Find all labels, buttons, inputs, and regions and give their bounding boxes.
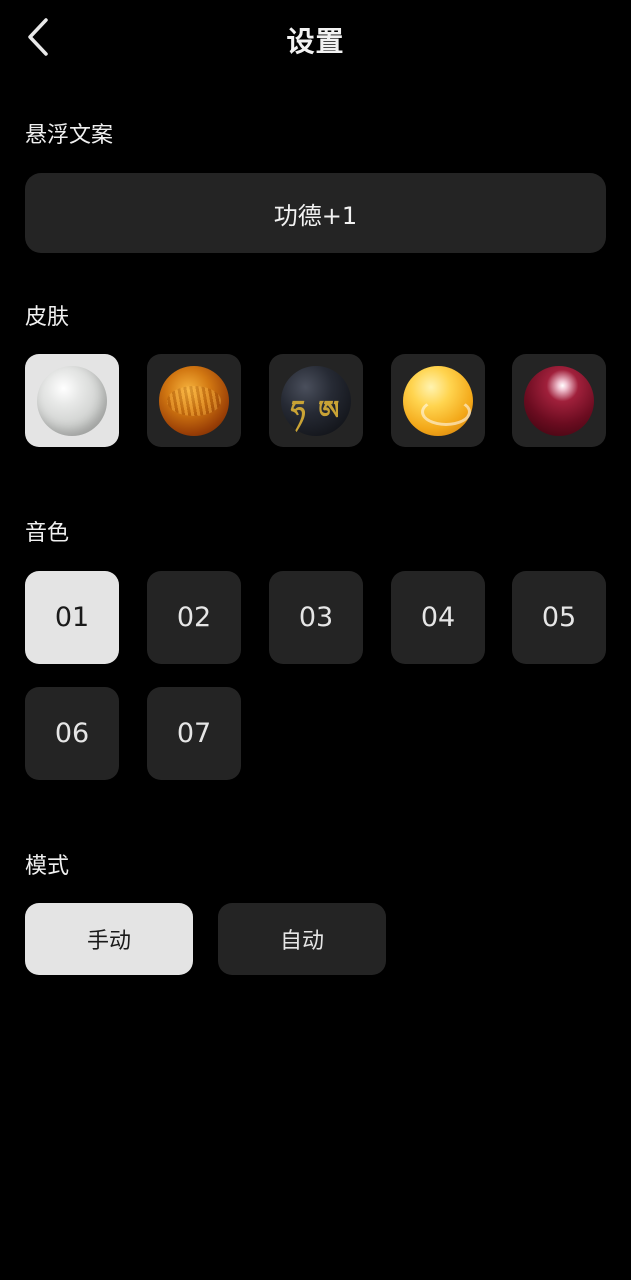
skin-option-white[interactable]	[25, 354, 119, 447]
sound-option-label: 04	[420, 602, 456, 633]
sound-option-04[interactable]: 04	[391, 571, 485, 664]
skin-option-amber[interactable]	[147, 354, 241, 447]
skin-option-yellow[interactable]	[391, 354, 485, 447]
mode-auto-button[interactable]: 自动	[218, 903, 386, 975]
top-bar: 设置	[0, 0, 631, 76]
skin-option-garnet[interactable]	[512, 354, 606, 447]
white-jade-bead-icon	[37, 365, 107, 436]
sound-option-03[interactable]: 03	[269, 571, 363, 664]
skin-section-label: 皮肤	[25, 305, 70, 330]
sound-option-label: 02	[176, 602, 212, 633]
garnet-bead-icon	[524, 365, 594, 436]
black-mantra-bead-icon: ཧ ཨ	[281, 365, 351, 436]
mode-manual-button[interactable]: 手动	[25, 903, 193, 975]
sound-option-label: 06	[54, 718, 90, 749]
sound-option-label: 03	[298, 602, 334, 633]
mode-section-label: 模式	[25, 854, 70, 879]
sound-option-label: 01	[54, 602, 90, 633]
skin-option-black[interactable]: ཧ ཨ	[269, 354, 363, 447]
bead-glyph: ཧ ཨ	[290, 395, 342, 426]
sound-option-label: 07	[176, 718, 212, 749]
amber-bead-icon	[159, 365, 229, 436]
caption-input[interactable]: 功德+1	[25, 173, 606, 253]
sound-option-01[interactable]: 01	[25, 571, 119, 664]
sound-option-07[interactable]: 07	[147, 687, 241, 780]
sound-option-06[interactable]: 06	[25, 687, 119, 780]
sound-option-05[interactable]: 05	[512, 571, 606, 664]
page-title: 设置	[286, 25, 345, 58]
sound-section-label: 音色	[25, 521, 70, 546]
yellow-agate-bead-icon	[403, 365, 473, 436]
caption-section-label: 悬浮文案	[25, 123, 114, 148]
sound-option-02[interactable]: 02	[147, 571, 241, 664]
sound-option-label: 05	[541, 602, 577, 633]
